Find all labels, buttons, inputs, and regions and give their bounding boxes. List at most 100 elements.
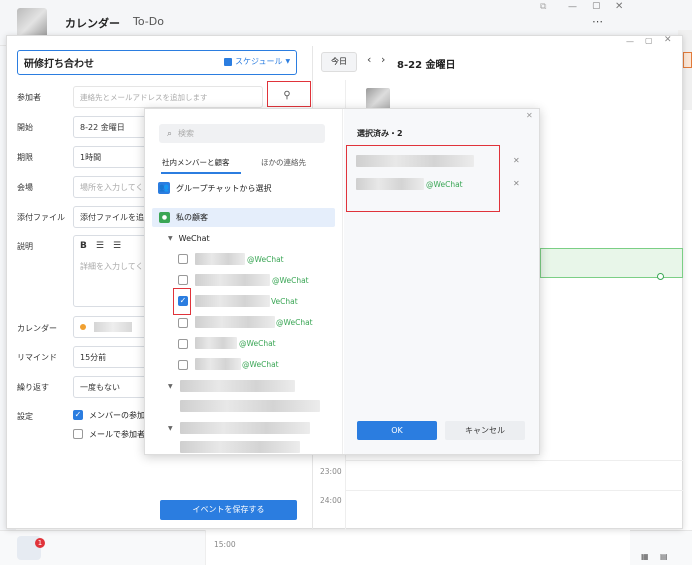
blurred-group-row [180, 400, 320, 412]
attachment-label: 添付ファイルを追 [80, 212, 144, 222]
rich-text-toolbar: B ☰ ☰ [80, 241, 121, 251]
expand-caret-icon: ▼ [168, 235, 173, 242]
search-icon: ⌕ [167, 128, 173, 139]
calendar-select[interactable] [73, 316, 153, 338]
bold-icon[interactable]: B [80, 241, 87, 251]
location-input[interactable]: 場所を入力してく [73, 176, 153, 198]
time-label-24: 24:00 [320, 496, 342, 505]
minimize-icon[interactable]: — [568, 2, 577, 12]
right-edge-icon[interactable] [683, 52, 692, 68]
contact-suffix: @WeChat [276, 318, 313, 327]
contact-name-blurred [195, 316, 275, 328]
numbered-list-icon[interactable]: ☰ [113, 241, 121, 251]
contact-name-blurred [195, 358, 241, 370]
notification-badge: 1 [35, 538, 45, 548]
selected-count-header: 選択済み・2 [357, 129, 403, 138]
category-select[interactable]: スケジュール ▼ [224, 56, 290, 67]
group-chat-option[interactable]: 👥 グループチャットから選択 [158, 182, 271, 194]
pin-icon[interactable]: ⧉ [540, 2, 546, 12]
ok-button[interactable]: OK [357, 421, 437, 440]
bottom-list-icon[interactable]: ▤ [660, 552, 668, 561]
repeat-select[interactable]: 一度もない [73, 376, 153, 398]
maximize-icon[interactable]: ▢ [592, 1, 601, 11]
contact-suffix: @WeChat [272, 276, 309, 285]
member-join-checkbox[interactable]: ✓ [73, 410, 83, 420]
blurred-group-name [180, 422, 310, 434]
wechat-group-row[interactable]: ▼ WeChat [168, 234, 210, 243]
avatar[interactable] [17, 8, 47, 38]
cancel-button[interactable]: キャンセル [445, 421, 525, 440]
label-attachment: 添付ファイル [17, 213, 65, 222]
tab-todo[interactable]: To-Do [133, 15, 164, 28]
editor-close-icon[interactable]: ✕ [664, 35, 672, 45]
prev-day-icon[interactable]: ‹ [367, 53, 371, 66]
remind-select[interactable]: 15分前 [73, 346, 153, 368]
time-label-15: 15:00 [214, 540, 236, 549]
editor-minimize-icon[interactable]: — [626, 37, 634, 46]
event-resize-handle[interactable] [657, 273, 664, 280]
calendar-bottom-bg [205, 530, 630, 565]
calendar-date-label: 8-22 金曜日 [397, 60, 456, 71]
attendee-placeholder: 連絡先とメールアドレスを追加します [80, 92, 208, 102]
group-icon: 👥 [158, 182, 170, 194]
close-window-icon[interactable]: ✕ [615, 1, 623, 12]
remove-selected-icon[interactable]: ✕ [513, 179, 520, 188]
contact-name-blurred [195, 295, 270, 307]
label-calendar: カレンダー [17, 324, 57, 333]
tab-internal-members[interactable]: 社内メンバーと顧客 [162, 157, 230, 168]
member-join-label: メンバーの参加 [89, 411, 145, 420]
tab-calendar[interactable]: カレンダー [65, 15, 120, 31]
remind-value: 15分前 [80, 352, 107, 362]
wechat-group-label: WeChat [178, 234, 210, 243]
collapsed-group-caret-icon[interactable]: ▼ [168, 425, 173, 432]
email-invite-checkbox[interactable] [73, 429, 83, 439]
start-date-value: 8-22 金曜日 [80, 122, 125, 132]
label-description: 説明 [17, 242, 33, 251]
attachment-button[interactable]: 添付ファイルを追 [73, 206, 153, 228]
my-customers-label: 私の顧客 [176, 213, 208, 222]
add-attendee-highlight [267, 81, 311, 107]
caret-down-icon: ▼ [285, 58, 291, 65]
contact-checkbox[interactable] [178, 254, 188, 264]
email-invite-label: メールで参加者 [89, 430, 145, 439]
description-placeholder: 詳細を入力してく [80, 262, 144, 271]
label-location: 会場 [17, 183, 33, 192]
contact-name-blurred [195, 274, 270, 286]
contact-suffix: VeChat [271, 297, 298, 306]
next-day-icon[interactable]: › [381, 53, 385, 66]
remove-selected-icon[interactable]: ✕ [513, 156, 520, 165]
label-start: 開始 [17, 123, 33, 132]
attendee-input[interactable]: 連絡先とメールアドレスを追加します [73, 86, 263, 108]
duration-value: 1時間 [80, 152, 102, 162]
bullet-list-icon[interactable]: ☰ [96, 241, 104, 251]
label-attendees: 参加者 [17, 93, 41, 102]
picker-close-icon[interactable]: ✕ [526, 111, 533, 120]
wechat-icon: ● [159, 212, 170, 223]
contact-name-blurred [195, 253, 245, 265]
checked-contact-highlight [173, 288, 191, 315]
more-icon[interactable]: ⋯ [592, 15, 604, 28]
contact-checkbox[interactable] [178, 318, 188, 328]
collapsed-group-caret-icon[interactable]: ▼ [168, 383, 173, 390]
contact-checkbox[interactable] [178, 275, 188, 285]
start-date-input[interactable]: 8-22 金曜日 [73, 116, 153, 138]
label-duration: 期限 [17, 153, 33, 162]
selected-list-highlight [346, 145, 500, 212]
tab-other-contacts[interactable]: ほかの連絡先 [261, 157, 306, 168]
picker-search-input[interactable]: ⌕ 検索 [159, 124, 325, 143]
editor-maximize-icon[interactable]: ▢ [645, 36, 653, 45]
group-chat-label: グループチャットから選択 [176, 183, 272, 193]
category-label: スケジュール [235, 57, 283, 66]
label-repeat: 繰り返す [17, 383, 49, 392]
description-editor[interactable]: B ☰ ☰ 詳細を入力してく [73, 235, 153, 307]
save-event-button[interactable]: イベントを保存する [160, 500, 297, 520]
my-customers-row[interactable]: ● 私の顧客 [152, 208, 335, 227]
contact-checkbox[interactable] [178, 339, 188, 349]
today-button[interactable]: 今日 [321, 52, 357, 72]
duration-select[interactable]: 1時間 [73, 146, 153, 168]
time-label-23: 23:00 [320, 467, 342, 476]
contact-suffix: @WeChat [242, 360, 279, 369]
bottom-grid-icon[interactable]: ▦ [641, 552, 649, 561]
contact-checkbox[interactable] [178, 360, 188, 370]
tab-active-underline [161, 172, 241, 174]
